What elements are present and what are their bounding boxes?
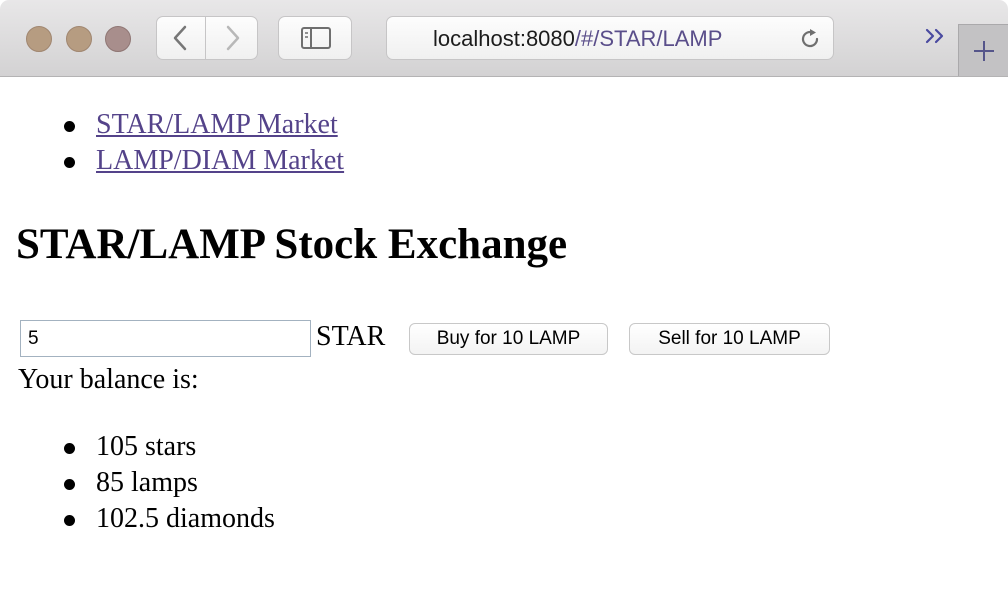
balance-diamonds: 102.5 diamonds [64,501,275,537]
minimize-window-button[interactable] [66,26,92,52]
chevron-right-icon [226,25,240,51]
address-bar[interactable]: localhost:8080/#/STAR/LAMP [386,16,834,60]
lamp-diam-market-link[interactable]: LAMP/DIAM Market [96,145,344,176]
address-path: /#/STAR/LAMP [574,26,723,51]
balance-lamps: 85 lamps [64,465,275,501]
page-content: STAR/LAMP Market LAMP/DIAM Market STAR/L… [0,77,1008,594]
buy-button[interactable]: Buy for 10 LAMP [409,323,608,355]
star-lamp-market-link[interactable]: STAR/LAMP Market [96,109,338,140]
browser-toolbar: localhost:8080/#/STAR/LAMP [0,0,1008,77]
plus-icon [974,41,994,61]
sell-button[interactable]: Sell for 10 LAMP [629,323,830,355]
new-tab-button[interactable] [958,24,1008,76]
quantity-input[interactable] [20,320,311,357]
sidebar-toggle-button[interactable] [278,16,352,60]
browser-window: localhost:8080/#/STAR/LAMP STAR/LAMP Mar… [0,0,1008,594]
quantity-unit-label: STAR [316,321,386,352]
balance-stars: 105 stars [64,429,275,465]
back-button[interactable] [156,16,206,60]
nav-item-lamp-diam: LAMP/DIAM Market [63,143,344,179]
forward-button[interactable] [205,16,258,60]
nav-item-star-lamp: STAR/LAMP Market [63,107,344,143]
sidebar-icon [301,27,331,49]
page-title: STAR/LAMP Stock Exchange [16,221,568,268]
chevron-left-icon [173,25,187,51]
reload-icon[interactable] [797,26,823,52]
address-host: localhost:8080 [433,26,575,51]
more-tabs-icon[interactable] [922,24,950,48]
zoom-window-button[interactable] [105,26,131,52]
address-url: localhost:8080/#/STAR/LAMP [433,26,722,52]
market-nav-list: STAR/LAMP Market LAMP/DIAM Market [0,107,344,179]
balance-list: 105 stars 85 lamps 102.5 diamonds [0,429,275,537]
balance-label: Your balance is: [18,364,199,395]
close-window-button[interactable] [26,26,52,52]
